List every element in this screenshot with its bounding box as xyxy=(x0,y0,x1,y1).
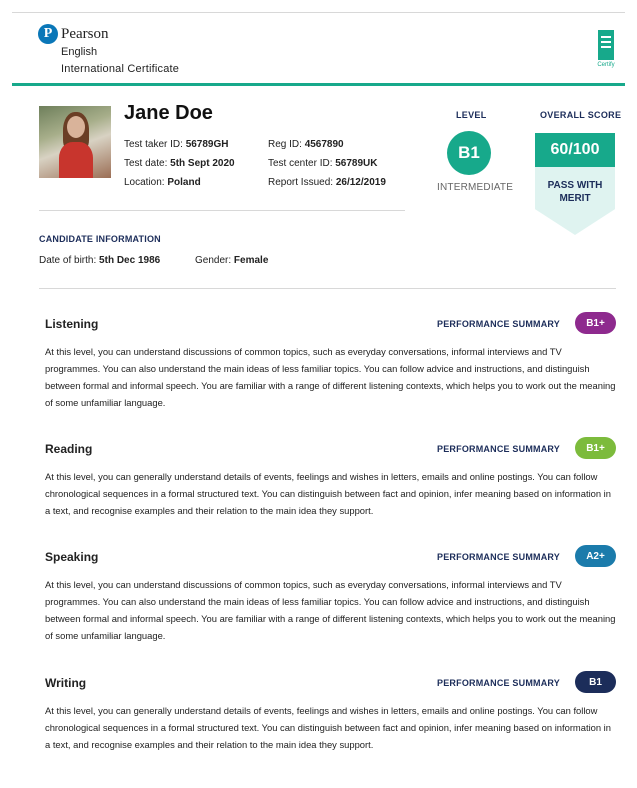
skill-name: Reading xyxy=(45,442,93,456)
level-label: LEVEL xyxy=(456,110,487,120)
location: Location: Poland xyxy=(124,177,201,188)
top-divider xyxy=(12,12,625,13)
brand-product: English xyxy=(61,46,98,58)
brand-name: Pearson xyxy=(61,25,109,42)
performance-summary-label: PERFORMANCE SUMMARY xyxy=(437,552,560,562)
performance-summary-label: PERFORMANCE SUMMARY xyxy=(437,444,560,454)
skill-description: At this level, you can generally underst… xyxy=(45,705,611,750)
pearson-brand: P Pearson English International Certific… xyxy=(38,24,179,75)
level-badge: B1 xyxy=(447,131,491,175)
candidate-name: Jane Doe xyxy=(124,102,213,124)
test-center-id: Test center ID: 56789UK xyxy=(268,158,378,169)
skill-name: Writing xyxy=(45,676,87,690)
skill-writing: Writing PERFORMANCE SUMMARY B1 At this l… xyxy=(45,671,617,753)
level-description: INTERMEDIATE xyxy=(437,182,514,193)
test-date: Test date: 5th Sept 2020 xyxy=(124,158,235,169)
skill-level-badge: B1+ xyxy=(575,312,616,334)
candidate-photo xyxy=(39,106,111,178)
skill-listening: Listening PERFORMANCE SUMMARY B1+ At thi… xyxy=(45,312,617,411)
date-of-birth: Date of birth: 5th Dec 1986 xyxy=(39,255,161,266)
skill-name: Speaking xyxy=(45,550,99,564)
certify-label: Certify xyxy=(597,62,615,68)
overall-score: 60/100 xyxy=(535,133,615,167)
gender: Gender: Female xyxy=(195,255,269,266)
certificate-title: International Certificate xyxy=(61,63,180,75)
skill-name: Listening xyxy=(45,317,99,331)
skill-level-badge: B1+ xyxy=(575,437,616,459)
skills-divider xyxy=(39,288,616,289)
section-divider xyxy=(39,210,405,211)
overall-score-label: OVERALL SCORE xyxy=(540,110,622,120)
skill-description: At this level, you can understand discus… xyxy=(45,346,616,408)
skill-level-badge: A2+ xyxy=(575,545,616,567)
performance-summary-label: PERFORMANCE SUMMARY xyxy=(437,678,560,688)
skill-level-badge: B1 xyxy=(575,671,616,693)
score-result: PASS WITH MERIT xyxy=(547,180,603,204)
test-taker-id: Test taker ID: 56789GH xyxy=(124,139,229,150)
pearson-logo-icon: P xyxy=(38,24,58,44)
candidate-information-title: CANDIDATE INFORMATION xyxy=(39,234,161,244)
skill-reading: Reading PERFORMANCE SUMMARY B1+ At this … xyxy=(45,437,617,519)
reg-id: Reg ID: 4567890 xyxy=(268,139,344,150)
skill-description: At this level, you can generally underst… xyxy=(45,471,611,516)
skill-speaking: Speaking PERFORMANCE SUMMARY A2+ At this… xyxy=(45,545,617,644)
performance-summary-label: PERFORMANCE SUMMARY xyxy=(437,319,560,329)
header-divider xyxy=(12,83,625,86)
report-issued: Report Issued: 26/12/2019 xyxy=(268,177,386,188)
certify-icon xyxy=(598,30,614,60)
certify-badge: Certify xyxy=(596,30,616,72)
skill-description: At this level, you can understand discus… xyxy=(45,579,616,641)
